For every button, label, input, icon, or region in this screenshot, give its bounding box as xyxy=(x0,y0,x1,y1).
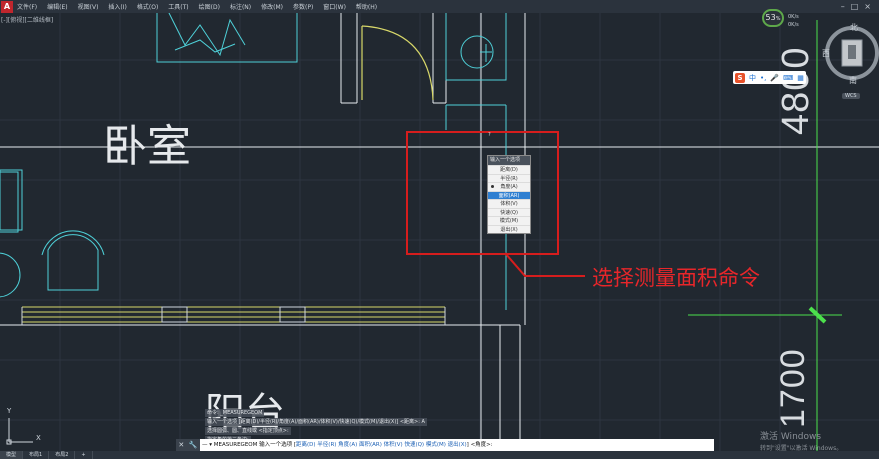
ime-mode-toggle[interactable]: 中 xyxy=(749,73,756,83)
viewcube-ring[interactable] xyxy=(825,26,879,80)
checked-dot-icon xyxy=(491,185,494,188)
customize-wrench-icon[interactable]: 🔧 xyxy=(189,441,198,449)
menu-item-edit[interactable]: 编辑(E) xyxy=(47,2,67,11)
menu-item-tools[interactable]: 工具(T) xyxy=(168,2,188,11)
close-icon[interactable]: × xyxy=(864,2,871,11)
punctuation-icon[interactable]: •, xyxy=(760,74,766,82)
ucs-icon xyxy=(6,418,33,445)
dimension-4800: 4800 xyxy=(775,46,817,135)
highlight-box xyxy=(406,131,559,255)
maximize-icon[interactable]: □ xyxy=(851,2,859,11)
command-suffix: ] <角度>: xyxy=(466,442,493,448)
cmd-option-radius[interactable]: 半径(R) xyxy=(317,442,336,448)
microphone-icon[interactable]: 🎤 xyxy=(770,74,779,82)
cmd-option-volume[interactable]: 体积(V) xyxy=(384,442,403,448)
add-layout-button[interactable]: + xyxy=(75,451,93,459)
menu-option-radius[interactable]: 半径(R) xyxy=(488,173,530,183)
history-line: 命令: _MEASUREGEOM xyxy=(205,409,265,417)
menu-item-insert[interactable]: 插入(I) xyxy=(108,2,126,11)
menu-option-angle[interactable]: 角度(A) xyxy=(488,182,530,191)
menu-item-modify[interactable]: 修改(M) xyxy=(261,2,283,11)
menu-option-angle-label: 角度(A) xyxy=(500,184,518,190)
cmd-option-area[interactable]: 面积(AR) xyxy=(359,442,382,448)
history-line: 选择圆弧、圆、直线或 <指定顶点>: xyxy=(205,427,291,435)
window xyxy=(21,306,446,325)
cmd-option-mode[interactable]: 模式(M) xyxy=(426,442,446,448)
wcs-menu[interactable]: WCS xyxy=(842,93,860,99)
annotation-pointer xyxy=(504,252,585,277)
menu-option-volume[interactable]: 体积(V) xyxy=(488,199,530,208)
tab-layout1[interactable]: 布局1 xyxy=(23,451,50,459)
menu-item-parametric[interactable]: 参数(P) xyxy=(293,2,313,11)
menu-item-help[interactable]: 帮助(H) xyxy=(356,2,377,11)
sogou-logo-icon[interactable]: S xyxy=(735,72,745,83)
command-line: ✕ 🔧 — ▾ MEASUREGEOM 输入一个选项 [距离(D) 半径(R) … xyxy=(176,439,714,451)
minimize-icon[interactable]: – xyxy=(841,2,845,11)
download-rate: 0K/s xyxy=(788,22,799,28)
app-logo-icon[interactable]: A xyxy=(1,0,13,13)
viewport-controls-label[interactable]: [-][俯视][二维线框] xyxy=(1,15,53,24)
room-label-bedroom: 卧室 xyxy=(103,121,191,172)
menu-title: 输入一个选项 xyxy=(488,156,530,165)
cmd-option-exit[interactable]: 退出(X) xyxy=(448,442,467,448)
menu-item-view[interactable]: 视图(V) xyxy=(78,2,99,11)
layout-tabs: 模型 布局1 布局2 + xyxy=(0,451,879,459)
watermark-line2: 转到"设置"以激活 Windows。 xyxy=(760,445,843,452)
zoom-value: 53 xyxy=(765,13,776,22)
menu-option-exit[interactable]: 退出(X) xyxy=(488,224,530,234)
windows-activation-watermark: 激活 Windows 转到"设置"以激活 Windows。 xyxy=(760,432,842,454)
watermark-line1: 激活 Windows xyxy=(760,432,822,442)
annotation-text: 选择测量面积命令 xyxy=(592,266,760,290)
cursor-marker: ? xyxy=(488,132,491,138)
dimension-1700: 1700 xyxy=(774,348,812,428)
door xyxy=(361,25,434,101)
menu-item-format[interactable]: 格式(O) xyxy=(137,2,158,11)
menu-item-dimension[interactable]: 标注(N) xyxy=(230,2,251,11)
command-input[interactable]: — ▾ MEASUREGEOM 输入一个选项 [距离(D) 半径(R) 角度(A… xyxy=(200,439,714,451)
cmd-option-distance[interactable]: 距离(D) xyxy=(296,442,316,448)
menu-item-file[interactable]: 文件(F) xyxy=(17,2,37,11)
menu-bar: A 文件(F) 编辑(E) 视图(V) 插入(I) 格式(O) 工具(T) 绘图… xyxy=(0,0,879,13)
tab-model[interactable]: 模型 xyxy=(0,451,24,459)
menu-option-distance[interactable]: 距离(D) xyxy=(488,165,530,174)
menu-option-quick[interactable]: 快速(Q) xyxy=(488,207,530,217)
ucs-x-label: X xyxy=(36,434,41,442)
command-prefix: — ▾ MEASUREGEOM 输入一个选项 [ xyxy=(202,442,297,448)
history-line: 输入一个选项 [距离(D)/半径(R)/角度(A)/面积(AR)/体积(V)/快… xyxy=(205,418,427,426)
keyboard-icon[interactable]: ⌨ xyxy=(783,74,793,82)
cmd-option-quick[interactable]: 快速(Q) xyxy=(404,442,424,448)
ucs-y-label: Y xyxy=(7,407,12,415)
viewcube-north[interactable]: 北 xyxy=(850,22,858,33)
zoom-unit: % xyxy=(775,16,781,22)
measure-option-menu: 输入一个选项 距离(D) 半径(R) 角度(A) 面积(AR) 体积(V) 快速… xyxy=(487,155,531,234)
menu-option-area[interactable]: 面积(AR) xyxy=(488,190,530,199)
command-line-tools: ✕ 🔧 xyxy=(176,439,200,451)
network-stats: 0K/s 0K/s xyxy=(788,13,799,29)
viewcube-west[interactable]: 西 xyxy=(822,48,830,59)
zoom-badge: 53% xyxy=(762,9,784,27)
viewcube-south[interactable]: 南 xyxy=(849,75,857,86)
menu-option-mode[interactable]: 模式(M) xyxy=(488,216,530,225)
close-command-icon[interactable]: ✕ xyxy=(178,441,184,449)
menu-item-draw[interactable]: 绘图(D) xyxy=(199,2,220,11)
ime-toolbar: S 中 •, 🎤 ⌨ ▦ xyxy=(733,71,806,84)
upload-rate: 0K/s xyxy=(788,14,799,20)
menu-item-window[interactable]: 窗口(W) xyxy=(323,2,346,11)
cmd-option-angle[interactable]: 角度(A) xyxy=(338,442,357,448)
window-controls: – □ × xyxy=(841,0,871,13)
tab-layout2[interactable]: 布局2 xyxy=(49,451,76,459)
toolbox-icon[interactable]: ▦ xyxy=(797,74,804,82)
